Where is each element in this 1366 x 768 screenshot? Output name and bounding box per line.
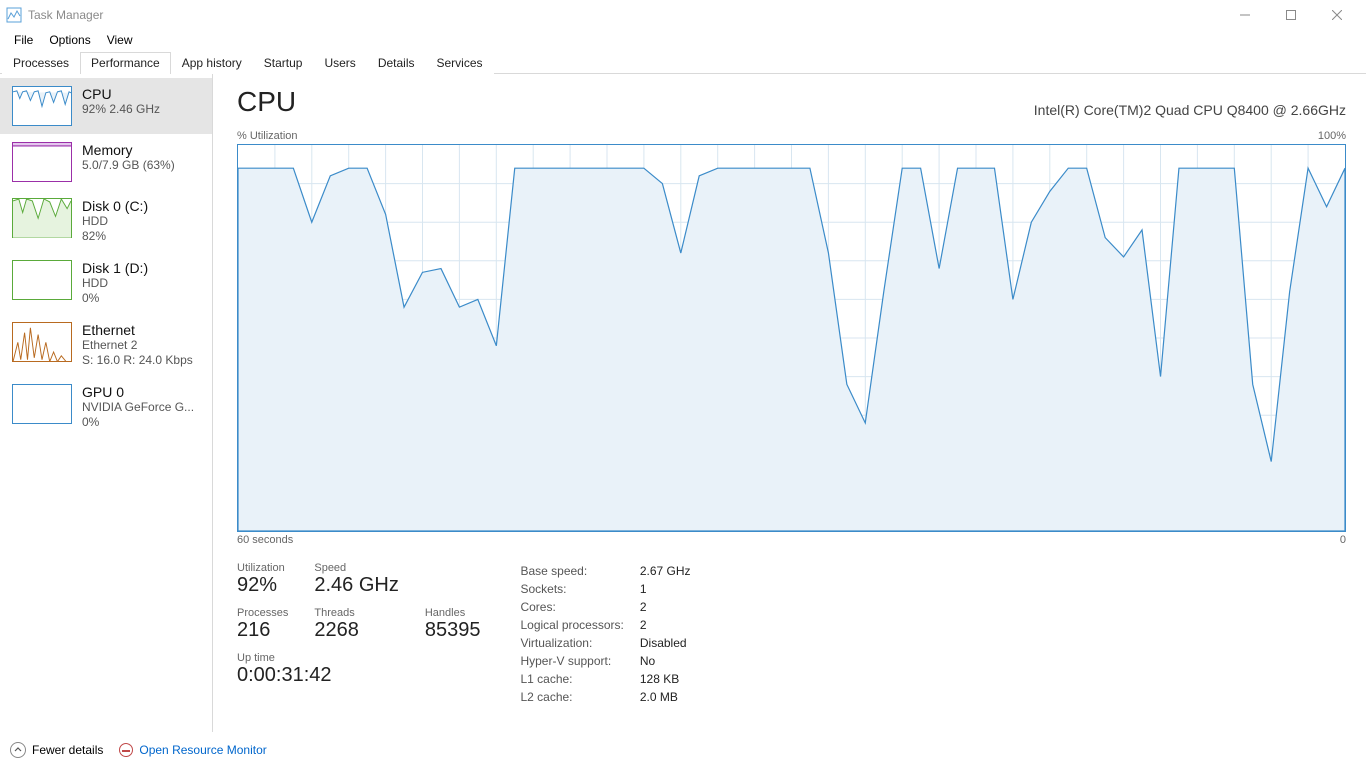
close-button[interactable] <box>1314 0 1360 30</box>
sidebar-disk0-sub1: HDD <box>82 214 148 229</box>
app-icon <box>6 7 22 23</box>
resource-monitor-icon <box>119 743 133 757</box>
sidebar-item-cpu[interactable]: CPU 92% 2.46 GHz <box>0 78 212 134</box>
stats-right: Base speed:2.67 GHz Sockets:1 Cores:2 Lo… <box>520 562 706 706</box>
sidebar-item-memory[interactable]: Memory 5.0/7.9 GB (63%) <box>0 134 212 190</box>
sidebar-disk0-title: Disk 0 (C:) <box>82 198 148 214</box>
disk0-thumb-icon <box>12 198 72 238</box>
tab-users[interactable]: Users <box>313 52 366 74</box>
tab-details[interactable]: Details <box>367 52 426 74</box>
sidebar-gpu-title: GPU 0 <box>82 384 194 400</box>
sidebar-gpu-sub2: 0% <box>82 415 194 430</box>
axis-bot-left: 60 seconds <box>237 534 293 546</box>
menu-options[interactable]: Options <box>43 31 96 49</box>
minimize-button[interactable] <box>1222 0 1268 30</box>
sidebar-disk0-sub2: 82% <box>82 229 148 244</box>
chevron-up-icon <box>10 742 26 758</box>
stat-uptime: Up time 0:00:31:42 <box>237 652 480 687</box>
sidebar-item-ethernet[interactable]: Ethernet Ethernet 2 S: 16.0 R: 24.0 Kbps <box>0 314 212 376</box>
content: CPU Intel(R) Core(TM)2 Quad CPU Q8400 @ … <box>213 74 1366 732</box>
footer: Fewer details Open Resource Monitor <box>0 732 1366 768</box>
sidebar: CPU 92% 2.46 GHz Memory 5.0/7.9 GB (63%) <box>0 74 213 732</box>
titlebar: Task Manager <box>0 0 1366 30</box>
gpu-thumb-icon <box>12 384 72 424</box>
sidebar-disk1-title: Disk 1 (D:) <box>82 260 148 276</box>
stat-speed: Speed 2.46 GHz <box>314 562 398 597</box>
sidebar-disk1-sub2: 0% <box>82 291 148 306</box>
stat-handles: Handles 85395 <box>425 607 481 642</box>
memory-thumb-icon <box>12 142 72 182</box>
main: CPU 92% 2.46 GHz Memory 5.0/7.9 GB (63%) <box>0 74 1366 732</box>
sidebar-item-disk1[interactable]: Disk 1 (D:) HDD 0% <box>0 252 212 314</box>
fewer-details-button[interactable]: Fewer details <box>10 742 103 758</box>
tab-app-history[interactable]: App history <box>171 52 253 74</box>
axis-top-right: 100% <box>1318 130 1346 142</box>
tab-performance[interactable]: Performance <box>80 52 171 74</box>
sidebar-item-disk0[interactable]: Disk 0 (C:) HDD 82% <box>0 190 212 252</box>
page-title: CPU <box>237 86 296 118</box>
axis-top-left: % Utilization <box>237 130 298 142</box>
ethernet-thumb-icon <box>12 322 72 362</box>
sidebar-eth-sub1: Ethernet 2 <box>82 338 193 353</box>
cpu-thumb-icon <box>12 86 72 126</box>
tabstrip: Processes Performance App history Startu… <box>0 50 1366 74</box>
stats-left: Utilization 92% Speed 2.46 GHz Processes… <box>237 562 480 706</box>
sidebar-disk1-sub1: HDD <box>82 276 148 291</box>
window-title: Task Manager <box>28 8 103 22</box>
cpu-utilization-chart[interactable] <box>237 144 1346 532</box>
sidebar-eth-sub2: S: 16.0 R: 24.0 Kbps <box>82 353 193 368</box>
stat-utilization: Utilization 92% <box>237 562 288 597</box>
maximize-button[interactable] <box>1268 0 1314 30</box>
sidebar-gpu-sub1: NVIDIA GeForce G... <box>82 400 194 415</box>
menu-file[interactable]: File <box>8 31 39 49</box>
disk1-thumb-icon <box>12 260 72 300</box>
sidebar-cpu-title: CPU <box>82 86 160 102</box>
sidebar-cpu-sub: 92% 2.46 GHz <box>82 102 160 117</box>
tab-processes[interactable]: Processes <box>2 52 80 74</box>
stat-processes: Processes 216 <box>237 607 288 642</box>
cpu-model-label: Intel(R) Core(TM)2 Quad CPU Q8400 @ 2.66… <box>1034 102 1346 118</box>
tab-services[interactable]: Services <box>426 52 494 74</box>
axis-bot-right: 0 <box>1340 534 1346 546</box>
open-resource-monitor-link[interactable]: Open Resource Monitor <box>119 743 266 757</box>
sidebar-eth-title: Ethernet <box>82 322 193 338</box>
sidebar-memory-title: Memory <box>82 142 175 158</box>
sidebar-item-gpu[interactable]: GPU 0 NVIDIA GeForce G... 0% <box>0 376 212 438</box>
stat-threads: Threads 2268 <box>314 607 398 642</box>
tab-startup[interactable]: Startup <box>253 52 314 74</box>
menubar: File Options View <box>0 30 1366 50</box>
sidebar-memory-sub: 5.0/7.9 GB (63%) <box>82 158 175 173</box>
menu-view[interactable]: View <box>101 31 139 49</box>
